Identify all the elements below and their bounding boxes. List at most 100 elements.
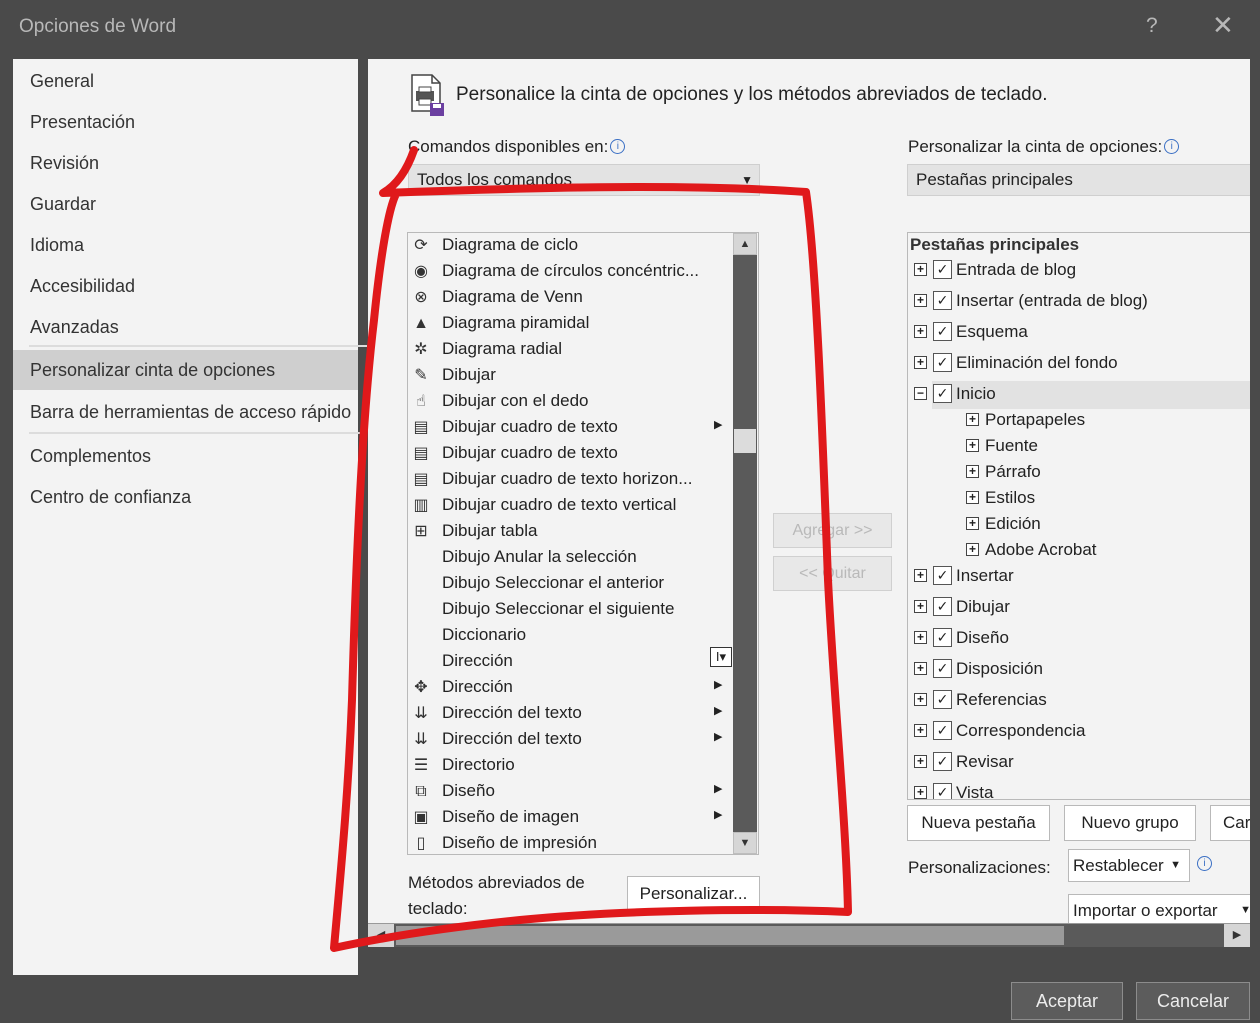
ribbon-tabs-tree[interactable]: Pestañas principales + ✓ Entrada de blog + ✓… bbox=[907, 232, 1250, 800]
command-item[interactable]: ⟳ Diagrama de ciclo bbox=[408, 233, 732, 259]
tree-tab-item[interactable]: + ✓ Vista bbox=[908, 780, 1250, 799]
expand-icon[interactable]: + bbox=[914, 631, 927, 644]
tree-tab-item[interactable]: + ✓ Referencias bbox=[908, 687, 1250, 715]
commands-scrollbar[interactable]: ▲ ▼ bbox=[733, 233, 757, 854]
tree-group-item[interactable]: + Fuente bbox=[908, 433, 1250, 461]
nav-item-guardar[interactable]: Guardar bbox=[13, 184, 358, 224]
expand-icon[interactable]: + bbox=[966, 465, 979, 478]
expand-icon[interactable]: + bbox=[914, 755, 927, 768]
command-item[interactable]: ▲ Diagrama piramidal bbox=[408, 311, 732, 337]
tree-tab-item[interactable]: + ✓ Correspondencia bbox=[908, 718, 1250, 746]
info-icon[interactable]: i bbox=[610, 139, 626, 154]
tab-checkbox[interactable]: ✓ bbox=[933, 597, 952, 616]
nav-item-personalizar-cinta[interactable]: Personalizar cinta de opciones bbox=[13, 350, 358, 390]
scroll-thumb[interactable] bbox=[734, 429, 756, 453]
tab-checkbox[interactable]: ✓ bbox=[933, 721, 952, 740]
expand-icon[interactable]: + bbox=[966, 413, 979, 426]
tab-checkbox[interactable]: ✓ bbox=[933, 783, 952, 799]
close-icon[interactable]: ✕ bbox=[1212, 10, 1234, 41]
scroll-left-icon[interactable]: ◀ bbox=[368, 924, 394, 947]
expand-icon[interactable]: + bbox=[914, 693, 927, 706]
tree-tab-item[interactable]: − ✓ Inicio bbox=[914, 381, 1250, 409]
command-item[interactable]: ▤ Dibujar cuadro de texto horizon... bbox=[408, 467, 732, 493]
tree-group-item[interactable]: + Adobe Acrobat bbox=[908, 537, 1250, 565]
scroll-down-icon[interactable]: ▼ bbox=[733, 832, 757, 854]
expand-icon[interactable]: + bbox=[966, 543, 979, 556]
tree-tab-item[interactable]: + ✓ Dibujar bbox=[908, 594, 1250, 622]
command-item[interactable]: Dirección bbox=[408, 649, 732, 675]
tree-tab-item[interactable]: + ✓ Esquema bbox=[908, 319, 1250, 347]
command-item[interactable]: Dibujo Anular la selección bbox=[408, 545, 732, 571]
command-item[interactable]: Dibujo Seleccionar el siguiente bbox=[408, 597, 732, 623]
commands-list[interactable]: ▯ Diseño de impresión ▣ Diseño de imagen ▶ ⧉ D… bbox=[407, 232, 759, 855]
new-group-button[interactable]: Nuevo grupo bbox=[1064, 805, 1196, 841]
expand-icon[interactable]: + bbox=[966, 491, 979, 504]
ribbon-tabs-dropdown[interactable]: Pestañas principales bbox=[907, 164, 1250, 196]
expand-icon[interactable]: + bbox=[914, 325, 927, 338]
scroll-right-icon[interactable]: ▶ bbox=[1224, 924, 1250, 947]
expand-icon[interactable]: + bbox=[914, 662, 927, 675]
cancel-button[interactable]: Cancelar bbox=[1136, 982, 1250, 1020]
tab-checkbox[interactable]: ✓ bbox=[933, 353, 952, 372]
help-icon[interactable]: ? bbox=[1146, 14, 1158, 38]
command-item[interactable]: ☝ Dibujar con el dedo bbox=[408, 389, 732, 415]
nav-item-revision[interactable]: Revisión bbox=[13, 143, 358, 183]
tree-group-item[interactable]: + Párrafo bbox=[908, 459, 1250, 487]
command-item[interactable]: ✎ Dibujar bbox=[408, 363, 732, 389]
tree-group-item[interactable]: + Edición bbox=[908, 511, 1250, 539]
tree-tab-item[interactable]: + ✓ Disposición bbox=[908, 656, 1250, 684]
command-item[interactable]: ⧉ Diseño ▶ bbox=[408, 779, 732, 805]
tab-checkbox[interactable]: ✓ bbox=[933, 690, 952, 709]
expand-icon[interactable]: + bbox=[914, 786, 927, 799]
command-item[interactable]: Dibujo Seleccionar el anterior bbox=[408, 571, 732, 597]
tab-checkbox[interactable]: ✓ bbox=[933, 260, 952, 279]
command-item[interactable]: ⊗ Diagrama de Venn bbox=[408, 285, 732, 311]
command-item[interactable]: ▤ Dibujar cuadro de texto ▶ bbox=[408, 415, 732, 441]
expand-icon[interactable]: + bbox=[914, 600, 927, 613]
expand-icon[interactable]: + bbox=[914, 724, 927, 737]
tree-group-item[interactable]: + Estilos bbox=[908, 485, 1250, 513]
tab-checkbox[interactable]: ✓ bbox=[933, 322, 952, 341]
tab-checkbox[interactable]: ✓ bbox=[933, 384, 952, 403]
remove-button[interactable]: << Quitar bbox=[773, 556, 892, 591]
expand-icon[interactable]: + bbox=[914, 294, 927, 307]
customize-shortcuts-button[interactable]: Personalizar... bbox=[627, 876, 760, 912]
collapse-icon[interactable]: − bbox=[914, 387, 927, 400]
tree-tab-item[interactable]: + ✓ Insertar (entrada de blog) bbox=[908, 288, 1250, 316]
tree-group-item[interactable]: + Portapapeles bbox=[908, 407, 1250, 435]
tab-checkbox[interactable]: ✓ bbox=[933, 659, 952, 678]
scroll-thumb[interactable] bbox=[396, 926, 1064, 945]
tree-tab-item[interactable]: + ✓ Eliminación del fondo bbox=[908, 350, 1250, 378]
scroll-up-icon[interactable]: ▲ bbox=[733, 233, 757, 255]
info-icon[interactable]: i bbox=[1197, 856, 1212, 871]
expand-icon[interactable]: + bbox=[966, 439, 979, 452]
info-icon[interactable]: i bbox=[1164, 139, 1180, 154]
nav-item-accesibilidad[interactable]: Accesibilidad bbox=[13, 266, 358, 306]
tab-checkbox[interactable]: ✓ bbox=[933, 566, 952, 585]
ok-button[interactable]: Aceptar bbox=[1011, 982, 1123, 1020]
command-item[interactable]: ▣ Diseño de imagen ▶ bbox=[408, 805, 732, 831]
tree-tab-item[interactable]: + ✓ Diseño bbox=[908, 625, 1250, 653]
command-item[interactable]: ▯ Diseño de impresión bbox=[408, 831, 732, 854]
tab-checkbox[interactable]: ✓ bbox=[933, 291, 952, 310]
nav-item-general[interactable]: General bbox=[13, 61, 358, 101]
command-item[interactable]: ⇊ Dirección del texto ▶ bbox=[408, 701, 732, 727]
command-item[interactable]: ◉ Diagrama de círculos concéntric... bbox=[408, 259, 732, 285]
nav-item-complementos[interactable]: Complementos bbox=[13, 436, 358, 476]
tree-tab-item[interactable]: + ✓ Entrada de blog bbox=[908, 257, 1250, 285]
command-item[interactable]: Diccionario bbox=[408, 623, 732, 649]
expand-icon[interactable]: + bbox=[966, 517, 979, 530]
tree-tab-item[interactable]: + ✓ Revisar bbox=[908, 749, 1250, 777]
command-item[interactable]: ⇊ Dirección del texto ▶ bbox=[408, 727, 732, 753]
reset-dropdown[interactable]: Restablecer ▼ bbox=[1068, 849, 1190, 882]
command-item[interactable]: ⊞ Dibujar tabla bbox=[408, 519, 732, 545]
tree-tab-item[interactable]: + ✓ Insertar bbox=[908, 563, 1250, 591]
expand-icon[interactable]: + bbox=[914, 569, 927, 582]
command-item[interactable]: ▤ Dibujar cuadro de texto bbox=[408, 441, 732, 467]
nav-item-centro-confianza[interactable]: Centro de confianza bbox=[13, 477, 358, 517]
nav-item-presentacion[interactable]: Presentación bbox=[13, 102, 358, 142]
command-item[interactable]: ▥ Dibujar cuadro de texto vertical bbox=[408, 493, 732, 519]
commands-source-dropdown[interactable]: Todos los comandos ▼ bbox=[408, 164, 760, 196]
tab-checkbox[interactable]: ✓ bbox=[933, 752, 952, 771]
nav-item-idioma[interactable]: Idioma bbox=[13, 225, 358, 265]
